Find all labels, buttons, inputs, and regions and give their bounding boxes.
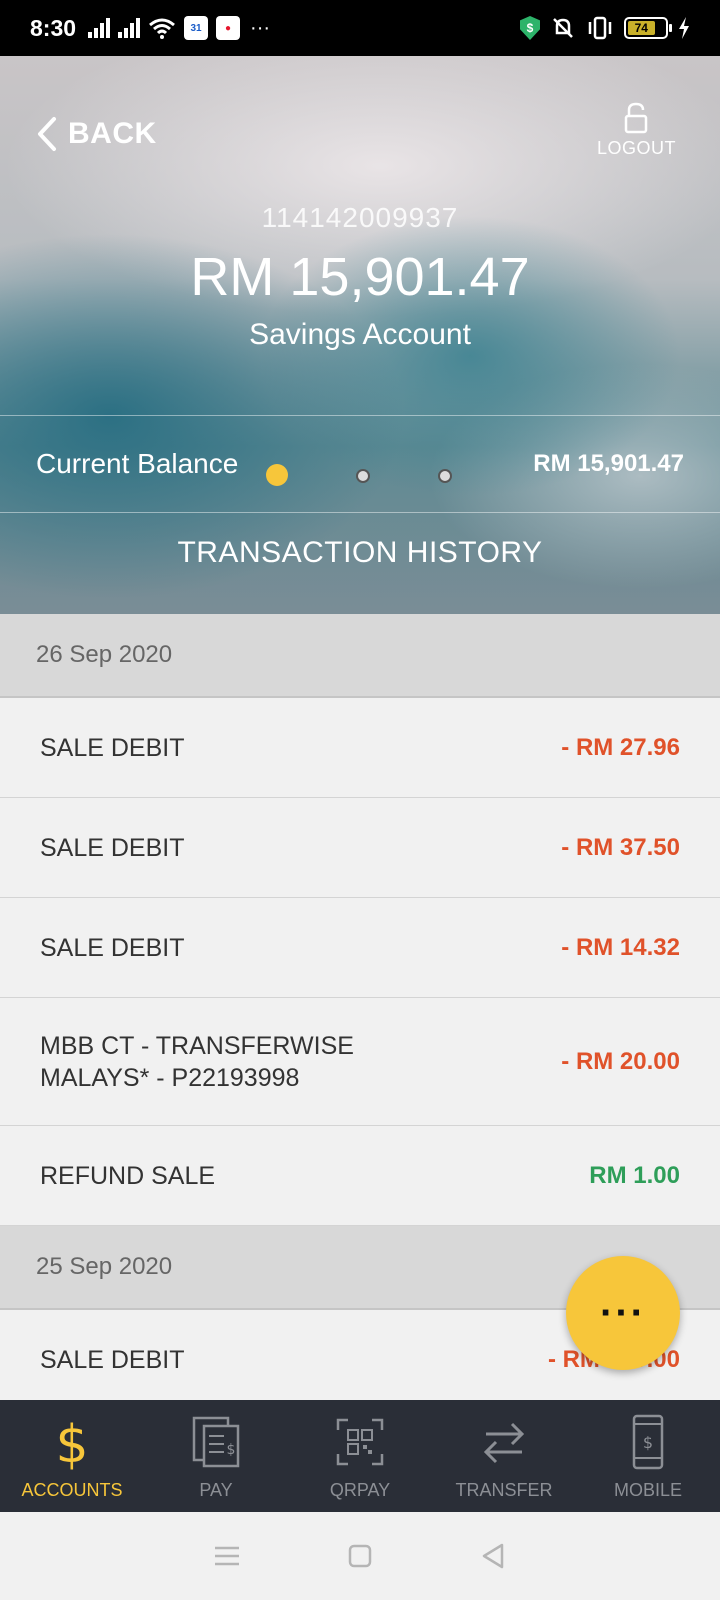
back-button[interactable]: BACK	[36, 116, 157, 152]
nav-label: MOBILE	[613, 1480, 683, 1500]
nav-label: QRPAY	[329, 1480, 391, 1500]
menu-icon[interactable]	[212, 1541, 242, 1571]
dollar-icon: $	[55, 1415, 88, 1470]
nav-transfer[interactable]: TRANSFER	[432, 1400, 576, 1512]
nav-qrpay[interactable]: QRPAY	[288, 1400, 432, 1512]
transaction-description: SALE DEBIT	[40, 1345, 185, 1374]
divider	[0, 512, 720, 513]
status-time: 8:30	[30, 14, 77, 41]
date-header: 26 Sep 2020	[0, 614, 720, 698]
signal-icon	[88, 18, 111, 38]
bottom-nav: $ ACCOUNTS $ PAY QRPAY TRANSFER $ MOBILE	[0, 1400, 720, 1512]
logout-button[interactable]: LOGOUT	[597, 102, 676, 159]
svg-text:$: $	[227, 1442, 236, 1458]
vibrate-icon	[588, 16, 612, 40]
transaction-description: SALE DEBIT	[40, 833, 185, 862]
transaction-description: SALE DEBIT	[40, 933, 185, 962]
weibo-app-icon: ●	[216, 16, 241, 40]
transaction-amount: RM 1.00	[589, 1161, 680, 1189]
page-dot[interactable]	[438, 469, 452, 483]
home-icon[interactable]	[345, 1541, 375, 1571]
logout-label: LOGOUT	[596, 138, 676, 158]
svg-text:$: $	[55, 1415, 88, 1470]
status-icons-right: $ 74	[520, 15, 690, 41]
transaction-amount: - RM 27.96	[561, 733, 680, 761]
transaction-amount: - RM 14.32	[561, 933, 680, 961]
account-balance: RM 15,901.47	[190, 247, 530, 307]
nav-mobile[interactable]: $ MOBILE	[576, 1400, 720, 1512]
account-header: BACK LOGOUT 114142009937 RM 15,901.47 Sa…	[0, 56, 720, 614]
battery-level: 74	[628, 21, 655, 35]
security-shield-icon: $	[520, 16, 540, 40]
wifi-icon	[149, 18, 176, 39]
more-notifications-icon: ···	[250, 16, 271, 39]
account-number: 114142009937	[261, 202, 459, 233]
status-icons-left: 31 ● ···	[88, 16, 270, 40]
nav-label: PAY	[199, 1480, 233, 1500]
unlock-icon	[625, 102, 648, 134]
account-type: Savings Account	[249, 318, 471, 351]
chevron-left-icon	[38, 117, 56, 151]
current-balance-amount: RM 15,901.47	[533, 450, 684, 477]
system-nav-bar	[0, 1512, 720, 1600]
transaction-row[interactable]: REFUND SALE RM 1.00	[0, 1126, 720, 1226]
transaction-row[interactable]: SALE DEBIT - RM 27.96	[0, 698, 720, 798]
current-balance-label: Current Balance	[36, 448, 239, 479]
back-label: BACK	[68, 117, 157, 150]
nav-pay[interactable]: $ PAY	[144, 1400, 288, 1512]
divider	[0, 415, 720, 416]
nav-label: ACCOUNTS	[21, 1480, 123, 1500]
transaction-description-line: MBB CT - TRANSFERWISE	[40, 1031, 354, 1060]
transaction-row[interactable]: SALE DEBIT - RM 14.32	[0, 898, 720, 998]
page-dot[interactable]	[356, 469, 370, 483]
more-options-fab[interactable]: ···	[566, 1256, 680, 1370]
signal-icon	[118, 18, 141, 38]
transaction-description: SALE DEBIT	[40, 733, 185, 762]
qr-icon	[336, 1418, 384, 1466]
bill-icon: $	[192, 1416, 240, 1468]
svg-text:$: $	[643, 1433, 653, 1452]
transaction-amount: - RM 20.00	[561, 1047, 680, 1075]
transaction-row[interactable]: MBB CT - TRANSFERWISE MALAYS* - P2219399…	[0, 998, 720, 1126]
transaction-description: REFUND SALE	[40, 1161, 216, 1190]
nav-accounts[interactable]: $ ACCOUNTS	[0, 1400, 144, 1512]
transaction-description-line: MALAYS* - P22193998	[40, 1063, 300, 1092]
transaction-amount: - RM 37.50	[561, 833, 680, 861]
transaction-row[interactable]: SALE DEBIT - RM 37.50	[0, 798, 720, 898]
status-bar: 8:30 31 ● ··· $ 74	[0, 0, 720, 56]
transfer-icon	[483, 1422, 525, 1464]
page-dot-active[interactable]	[266, 464, 288, 486]
battery-icon: 74	[624, 17, 672, 39]
nav-label: TRANSFER	[455, 1480, 553, 1500]
transaction-description: MBB CT - TRANSFERWISE MALAYS* - P2219399…	[40, 1030, 561, 1094]
mobile-icon: $	[632, 1414, 664, 1470]
silent-bell-icon	[553, 18, 573, 38]
page-indicator[interactable]	[266, 464, 456, 488]
calendar-app-icon: 31	[184, 16, 209, 40]
charging-icon	[679, 17, 689, 39]
back-nav-icon[interactable]	[478, 1541, 508, 1571]
screen: 8:30 31 ● ··· $ 74 BACK LOGOUT 114142009…	[0, 0, 720, 1600]
transaction-history-title: TRANSACTION HISTORY	[177, 536, 543, 569]
